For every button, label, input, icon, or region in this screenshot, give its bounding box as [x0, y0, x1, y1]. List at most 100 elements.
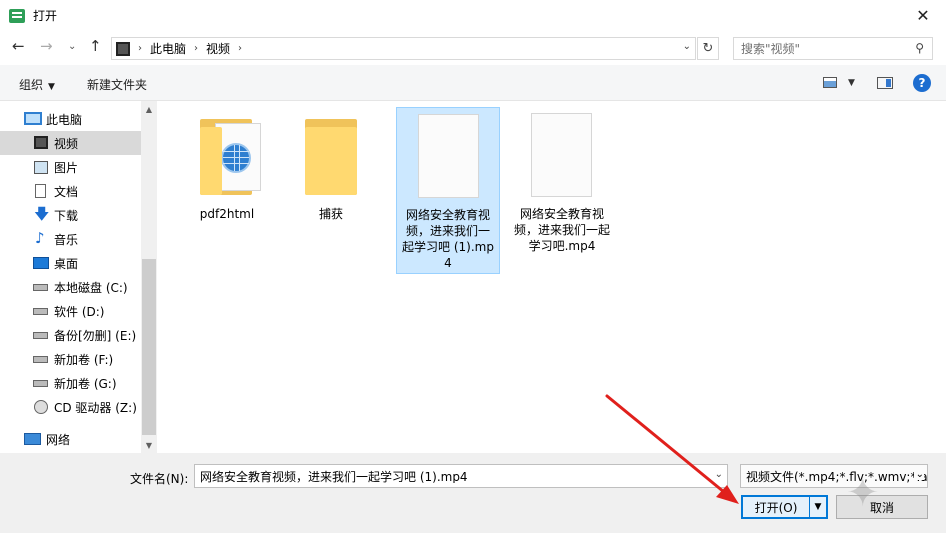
- cd-drive-icon: [34, 400, 48, 414]
- forward-button[interactable]: →: [40, 37, 53, 55]
- sidebar-item-pictures[interactable]: 图片: [0, 155, 141, 179]
- folder-front-icon: [305, 127, 357, 195]
- watermark-logo: ✦: [846, 470, 942, 530]
- sidebar-item-label: 视频: [54, 136, 79, 151]
- window-title: 打开: [33, 9, 58, 23]
- file-item[interactable]: 网络安全教育视频，进来我们一起学习吧.mp4: [510, 107, 614, 274]
- sidebar-item-drive-g[interactable]: 新加卷 (G:): [0, 371, 141, 395]
- open-button[interactable]: 打开(O) ▼: [741, 495, 828, 519]
- refresh-icon: ↻: [702, 41, 714, 56]
- sidebar-item-label: 图片: [54, 160, 79, 175]
- filename-input[interactable]: [200, 469, 700, 483]
- sidebar-item-label: 网络: [46, 432, 71, 447]
- close-button[interactable]: ✕: [900, 0, 946, 31]
- back-button[interactable]: ←: [12, 37, 25, 55]
- open-button-label: 打开(O): [754, 500, 798, 515]
- breadcrumb-this-pc[interactable]: 此电脑: [150, 40, 186, 57]
- file-name: 捕获: [318, 207, 343, 221]
- sidebar-item-label: 文档: [54, 184, 79, 199]
- chevron-right-icon[interactable]: ›: [138, 43, 142, 54]
- filename-label: 文件名(N):: [130, 472, 189, 486]
- sidebar-item-downloads[interactable]: 🡇 下载: [0, 203, 141, 227]
- search-box[interactable]: ⚲: [733, 37, 933, 60]
- watermark-glyph: ✦: [846, 470, 880, 516]
- filename-field[interactable]: ⌄: [194, 464, 728, 488]
- chevron-down-icon[interactable]: ⌄: [715, 469, 723, 480]
- sidebar-item-label: 新加卷 (F:): [54, 352, 114, 367]
- toolbar: 组织 ▼ 新建文件夹 ▼ ?: [0, 65, 946, 101]
- sidebar-item-label: 此电脑: [46, 112, 83, 127]
- chevron-right-icon[interactable]: ›: [238, 43, 242, 54]
- scroll-thumb[interactable]: [142, 259, 156, 435]
- breadcrumb-videos[interactable]: 视频: [206, 40, 230, 57]
- address-dropdown-icon[interactable]: ⌄: [683, 41, 691, 52]
- file-item-selected[interactable]: 网络安全教育视频，进来我们一起学习吧 (1).mp4: [396, 107, 500, 274]
- blank-file-icon: [531, 113, 592, 197]
- title-bar: 打开 ✕: [0, 0, 946, 31]
- drive-icon: [33, 356, 48, 363]
- video-icon: [34, 136, 48, 149]
- sidebar-item-drive-c[interactable]: 本地磁盘 (C:): [0, 275, 141, 299]
- file-name: 网络安全教育视频，进来我们一起学习吧.mp4: [514, 207, 611, 253]
- address-bar[interactable]: › 此电脑 › 视频 › ⌄: [111, 37, 696, 60]
- navigation-pane: 此电脑 视频 图片 文档 🡇 下载 ♪ 音乐 桌面 本地磁盘 (C:) 软件 (…: [0, 101, 157, 453]
- sidebar-item-label: CD 驱动器 (Z:): [54, 400, 137, 415]
- recent-locations-chevron-icon[interactable]: ⌄: [68, 41, 76, 52]
- desktop-icon: [33, 257, 49, 269]
- file-item[interactable]: pdf2html: [175, 107, 279, 274]
- picture-icon: [34, 161, 48, 174]
- organize-button[interactable]: 组织 ▼: [19, 76, 55, 93]
- app-icon: [9, 8, 25, 23]
- download-icon: 🡇: [34, 205, 50, 223]
- sidebar-item-desktop[interactable]: 桌面: [0, 251, 141, 275]
- sidebar-item-label: 音乐: [54, 232, 79, 247]
- help-icon[interactable]: ?: [913, 74, 931, 92]
- up-button[interactable]: ↑: [89, 37, 102, 55]
- sidebar-item-label: 桌面: [54, 256, 79, 271]
- view-options-caret-icon[interactable]: ▼: [848, 78, 855, 88]
- drive-icon: [33, 332, 48, 339]
- blank-file-icon: [418, 114, 479, 198]
- file-list: pdf2html 捕获 网络安全教育视频，进来我们一起学习吧 (1).mp4 网…: [157, 101, 946, 453]
- dialog-footer: 文件名(N): ⌄ 视频文件(*.mp4;*.flv;*.wmv;*.a ⌄ 打…: [0, 453, 946, 533]
- sidebar-item-label: 新加卷 (G:): [54, 376, 117, 391]
- chevron-right-icon[interactable]: ›: [194, 43, 198, 54]
- computer-icon: [24, 112, 42, 125]
- sidebar-item-label: 下载: [54, 208, 79, 223]
- preview-pane-icon[interactable]: [877, 77, 893, 89]
- refresh-button[interactable]: ↻: [697, 37, 719, 60]
- scroll-up-icon[interactable]: ▲: [141, 101, 157, 117]
- file-item[interactable]: 捕获: [279, 107, 383, 274]
- globe-icon: [221, 143, 251, 173]
- change-view-icon[interactable]: [823, 77, 837, 88]
- drive-icon: [33, 308, 48, 315]
- sidebar-item-drive-e[interactable]: 备份[勿删] (E:): [0, 323, 141, 347]
- new-folder-button[interactable]: 新建文件夹: [87, 76, 147, 93]
- sidebar-item-this-pc[interactable]: 此电脑: [0, 107, 141, 131]
- windows-drive-icon: [33, 284, 48, 291]
- sidebar-item-documents[interactable]: 文档: [0, 179, 141, 203]
- scroll-down-icon[interactable]: ▼: [141, 437, 157, 453]
- search-input[interactable]: [741, 41, 901, 56]
- sidebar-item-videos[interactable]: 视频: [0, 131, 141, 155]
- open-options-caret-icon[interactable]: ▼: [809, 497, 826, 517]
- document-icon: [35, 184, 46, 198]
- sidebar-item-network[interactable]: 网络: [0, 427, 141, 451]
- sidebar-item-drive-z[interactable]: CD 驱动器 (Z:): [0, 395, 141, 419]
- sidebar-item-label: 软件 (D:): [54, 304, 105, 319]
- search-icon[interactable]: ⚲: [915, 41, 924, 55]
- close-icon: ✕: [916, 6, 930, 25]
- sidebar-scrollbar[interactable]: ▲ ▼: [141, 101, 157, 453]
- network-icon: [24, 433, 41, 445]
- sidebar-item-drive-f[interactable]: 新加卷 (F:): [0, 347, 141, 371]
- file-name: pdf2html: [199, 207, 255, 221]
- music-icon: ♪: [35, 229, 45, 247]
- sidebar-item-drive-d[interactable]: 软件 (D:): [0, 299, 141, 323]
- drive-icon: [33, 380, 48, 387]
- video-folder-icon: [116, 41, 130, 56]
- sidebar-item-label: 本地磁盘 (C:): [54, 280, 128, 295]
- sidebar-item-label: 备份[勿删] (E:): [54, 328, 137, 343]
- file-name: 网络安全教育视频，进来我们一起学习吧 (1).mp4: [402, 208, 494, 270]
- address-row: ← → ⌄ ↑ › 此电脑 › 视频 › ⌄ ↻ ⚲: [0, 31, 946, 65]
- sidebar-item-music[interactable]: ♪ 音乐: [0, 227, 141, 251]
